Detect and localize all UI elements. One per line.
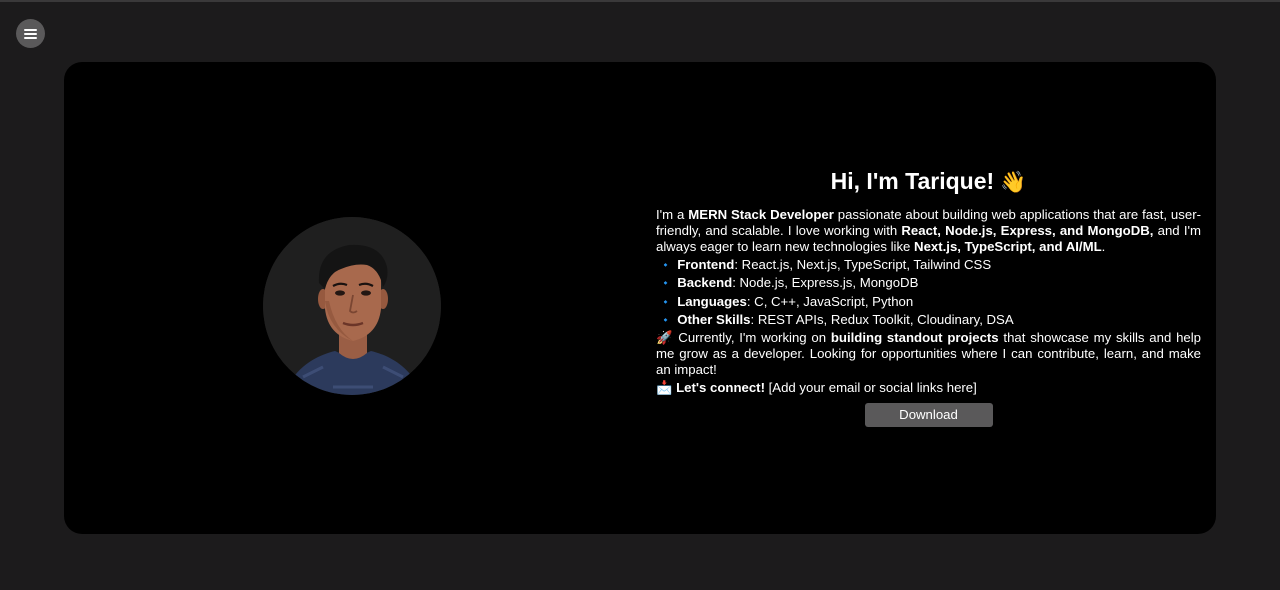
- page-title: Hi, I'm Tarique! 👋: [656, 166, 1201, 198]
- work-text-1: Currently, I'm working on: [673, 330, 831, 346]
- skill-value: : REST APIs, Redux Toolkit, Cloudinary, …: [750, 311, 1014, 327]
- skill-label: Backend: [677, 275, 733, 291]
- intro-role: MERN Stack Developer: [688, 207, 834, 222]
- intro-text-1: I'm a: [656, 207, 689, 222]
- intro-stack: React, Node.js, Express, and MongoDB,: [901, 223, 1154, 238]
- menu-button[interactable]: [16, 19, 45, 48]
- skill-value: : Node.js, Express.js, MongoDB: [732, 275, 919, 291]
- connect-text: [Add your email or social links here]: [764, 380, 977, 396]
- blue-diamond-icon: 🔹: [660, 314, 672, 325]
- profile-photo: [263, 217, 441, 395]
- envelope-icon: 📩: [656, 380, 673, 396]
- hamburger-menu-icon: [24, 28, 37, 39]
- connect-line: 📩 Let's connect! [Add your email or soci…: [656, 379, 1201, 396]
- intro-section: Hi, I'm Tarique! 👋 I'm a MERN Stack Devel…: [656, 166, 1201, 428]
- skill-value: : React.js, Next.js, TypeScript, Tailwin…: [734, 257, 992, 272]
- top-border: [0, 0, 1280, 2]
- current-work-paragraph: 🚀 Currently, I'm working on building sta…: [656, 330, 1201, 378]
- skills-list: 🔹 Frontend: React.js, Next.js, TypeScript…: [656, 256, 1201, 329]
- rocket-icon: 🚀: [656, 330, 674, 346]
- title-text: Hi, I'm Tarique!: [830, 168, 995, 194]
- skill-label: Languages: [677, 293, 747, 309]
- list-item: 🔹 Languages: C, C++, JavaScript, Python: [656, 293, 1201, 311]
- blue-diamond-icon: 🔹: [660, 296, 672, 307]
- list-item: 🔹 Other Skills: REST APIs, Redux Toolkit,…: [656, 311, 1201, 329]
- download-button[interactable]: Download: [864, 403, 993, 428]
- blue-diamond-icon: 🔹: [660, 278, 672, 289]
- avatar: [263, 217, 441, 395]
- download-wrapper: Download: [656, 403, 1201, 428]
- blue-diamond-icon: 🔹: [660, 260, 672, 270]
- list-item: 🔹 Frontend: React.js, Next.js, TypeScript…: [656, 256, 1201, 274]
- intro-paragraph: I'm a MERN Stack Developer passionate ab…: [656, 207, 1201, 255]
- intro-text-4: .: [1101, 239, 1106, 254]
- skill-value: : C, C++, JavaScript, Python: [746, 293, 914, 309]
- intro-learning: Next.js, TypeScript, and AI/ML: [914, 239, 1102, 254]
- skill-label: Frontend: [677, 257, 735, 272]
- skill-label: Other Skills: [677, 311, 751, 327]
- work-highlight: building standout projects: [830, 330, 999, 346]
- connect-label: Let's connect!: [676, 380, 765, 396]
- waving-hand-icon: 👋: [1000, 171, 1027, 194]
- hero-card: Hi, I'm Tarique! 👋 I'm a MERN Stack Devel…: [64, 62, 1216, 534]
- list-item: 🔹 Backend: Node.js, Express.js, MongoDB: [656, 274, 1201, 292]
